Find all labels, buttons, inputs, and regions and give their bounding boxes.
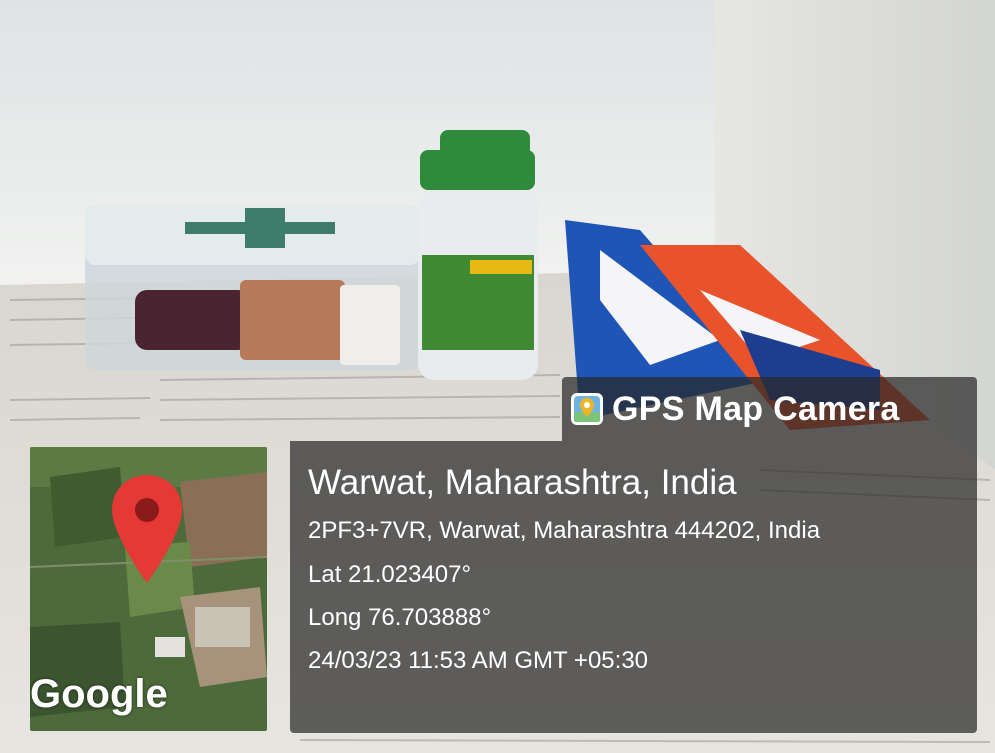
gps-map-camera-badge: GPS Map Camera xyxy=(562,377,977,441)
location-datetime: 24/03/23 11:53 AM GMT +05:30 xyxy=(308,647,649,674)
location-longitude: Long 76.703888° xyxy=(308,604,492,631)
google-attribution: Google xyxy=(30,672,168,716)
location-address: 2PF3+7VR, Warwat, Maharashtra 444202, In… xyxy=(308,517,821,544)
location-latitude: Lat 21.023407° xyxy=(308,561,472,588)
gps-map-camera-logo-icon xyxy=(570,392,604,426)
location-info-panel: Warwat, Maharashtra, India 2PF3+7VR, War… xyxy=(290,441,977,733)
badge-title: GPS Map Camera xyxy=(612,389,900,428)
map-pin-icon xyxy=(110,473,184,585)
location-city: Warwat, Maharashtra, India xyxy=(308,463,737,502)
satellite-map-thumbnail: Google xyxy=(30,447,267,731)
